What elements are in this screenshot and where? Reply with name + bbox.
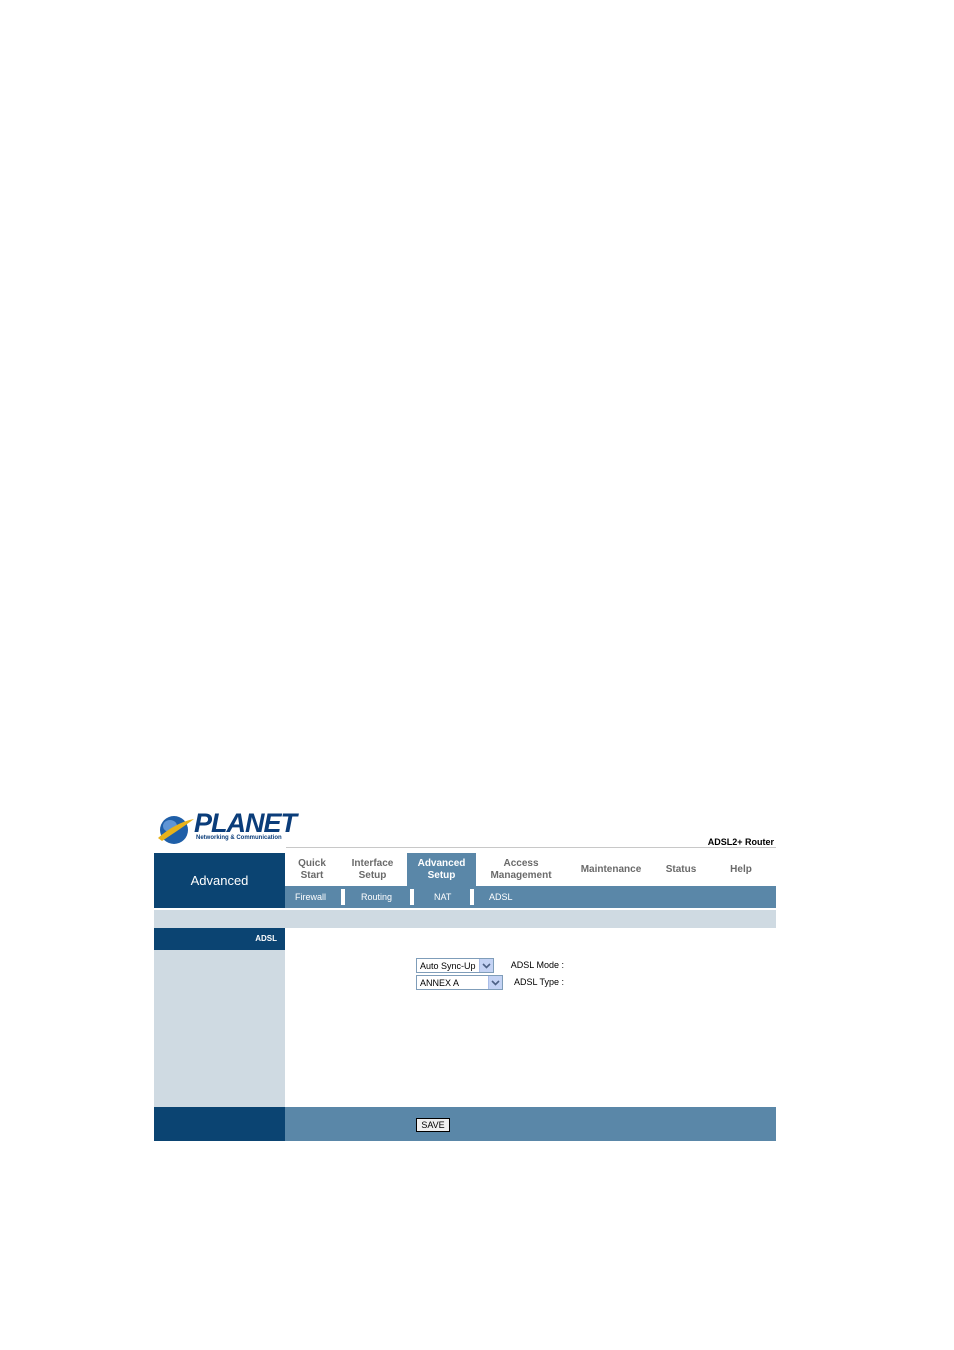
chevron-down-icon[interactable]	[488, 976, 502, 989]
router-web-ui: PLANET Networking & Communication ADSL2+…	[154, 805, 776, 1141]
spacer-bar	[154, 910, 776, 928]
planet-logo: PLANET Networking & Communication	[156, 807, 297, 847]
header-divider	[286, 847, 776, 848]
section-title-box: Advanced	[154, 853, 285, 908]
planet-globe-icon	[158, 816, 194, 844]
header: PLANET Networking & Communication ADSL2+…	[154, 805, 776, 853]
subnav-adsl[interactable]: ADSL	[479, 886, 513, 908]
main-nav: Quick Start Interface Setup Advanced Set…	[285, 853, 776, 886]
save-button[interactable]: SAVE	[416, 1118, 450, 1132]
adsl-mode-value: Auto Sync-Up	[420, 961, 476, 971]
adsl-type-select[interactable]: ANNEX A	[416, 975, 503, 990]
subnav-separator	[470, 889, 474, 905]
subnav-separator	[341, 889, 345, 905]
subnav-firewall[interactable]: Firewall	[285, 886, 326, 908]
nav-interface-setup[interactable]: Interface Setup	[339, 853, 406, 886]
adsl-type-label: ADSL Type :	[513, 977, 564, 987]
adsl-mode-select[interactable]: Auto Sync-Up	[416, 958, 494, 973]
nav-status[interactable]: Status	[656, 853, 706, 886]
chevron-down-icon[interactable]	[479, 959, 493, 972]
logo-tagline: Networking & Communication	[196, 835, 282, 841]
product-name: ADSL2+ Router	[707, 837, 774, 847]
subnav-routing[interactable]: Routing	[351, 886, 392, 908]
adsl-type-value: ANNEX A	[420, 978, 460, 988]
subnav-nat[interactable]: NAT	[424, 886, 451, 908]
footer-left	[154, 1107, 285, 1141]
section-title: Advanced	[190, 873, 249, 888]
adsl-mode-label: ADSL Mode :	[510, 960, 564, 970]
subnav-separator	[410, 889, 414, 905]
nav-help[interactable]: Help	[706, 853, 776, 886]
logo-wordmark: PLANET	[194, 808, 297, 838]
nav-advanced-setup[interactable]: Advanced Setup	[407, 853, 476, 886]
nav-maintenance[interactable]: Maintenance	[566, 853, 656, 886]
panel-label-box: ADSL	[154, 928, 285, 950]
sub-nav: Firewall Routing NAT ADSL	[285, 886, 776, 908]
nav-access-management[interactable]: Access Management	[476, 853, 566, 886]
panel-label: ADSL	[255, 934, 277, 943]
nav-quick-start[interactable]: Quick Start	[285, 853, 339, 886]
side-panel: ADSL	[154, 928, 285, 1108]
footer-bar: SAVE	[285, 1107, 776, 1141]
content-area: ADSL Mode : Auto Sync-Up ADSL Type : ANN…	[285, 928, 776, 1108]
